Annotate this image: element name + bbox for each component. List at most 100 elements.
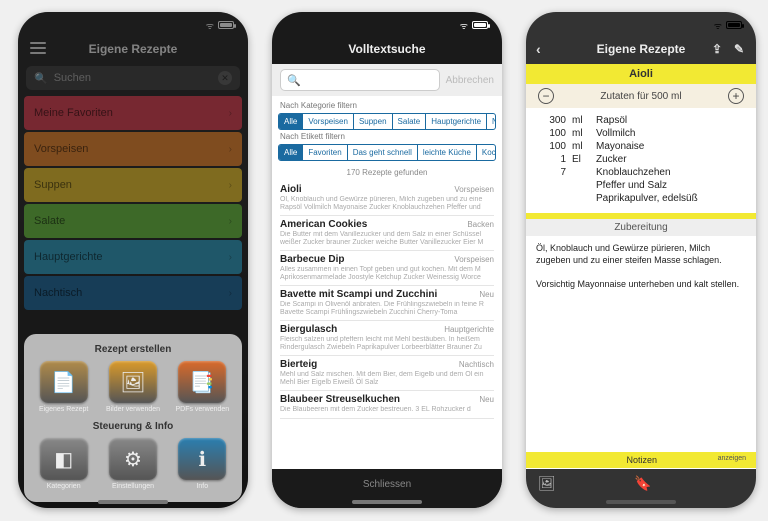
sheet-button[interactable]: 📄Eigenes Rezept (32, 361, 95, 413)
ingredient-row: 300mlRapsöl (538, 114, 744, 127)
result-category: Neu (479, 395, 494, 404)
result-category: Vorspeisen (454, 185, 494, 194)
phone-3: ᯤ ‹ Eigene Rezepte ⇪ ✎ Aioli − Zutaten f… (526, 12, 756, 508)
search-icon: 🔍 (287, 74, 301, 87)
sheet-row-2: ◧Kategorien⚙Einstellungen ℹ Info (30, 436, 236, 494)
ingredient-qty: 7 (538, 167, 566, 178)
result-item[interactable]: American CookiesBackenDie Butter mit dem… (280, 216, 494, 251)
ingredient-qty: 100 (538, 128, 566, 139)
result-title: Biergulasch (280, 324, 337, 335)
notes-bar[interactable]: Notizen anzeigen (526, 452, 756, 468)
result-category: Vorspeisen (454, 255, 494, 264)
prep-header: Zubereitung (526, 219, 756, 236)
result-desc: Mehl und Salz mischen. Mit dem Bier, dem… (280, 371, 494, 386)
notes-action[interactable]: anzeigen (718, 455, 746, 465)
filter-tag-pills: AlleFavoritenDas geht schnellleichte Küc… (278, 144, 496, 161)
sheet-header-2: Steuerung & Info (30, 417, 236, 436)
search-row: 🔍 Abbrechen (272, 64, 502, 96)
result-item[interactable]: Barbecue Dip Vorspeisen Alles zusammen in … (280, 251, 494, 286)
ingredient-qty (538, 180, 566, 191)
filter-category-label: Nach Kategorie filtern (280, 101, 496, 110)
header: ‹ Eigene Rezepte ⇪ ✎ (526, 34, 756, 64)
home-indicator[interactable] (606, 500, 676, 504)
result-desc: Fleisch salzen und pfeffern leicht mit M… (280, 336, 494, 351)
result-desc: Öl, Knoblauch und Gewürze pürieren, Milc… (280, 196, 494, 211)
result-category: Backen (467, 220, 494, 229)
sheet-label: Info (196, 483, 208, 490)
battery-icon (472, 21, 488, 29)
filter-pill[interactable]: Das geht schnell (348, 145, 418, 160)
result-desc: Die Butter mit dem Vanillezucker und dem… (280, 231, 494, 246)
page-title: Eigene Rezepte (597, 42, 686, 56)
phone-2: ᯤ Volltextsuche 🔍 Abbrechen Nach Kategor… (272, 12, 502, 508)
filter-pill[interactable]: Suppen (354, 114, 393, 129)
filter-pill[interactable]: Salate (393, 114, 427, 129)
result-title: Barbecue Dip (280, 254, 344, 265)
ingredient-unit: El (572, 154, 590, 165)
ingredient-unit (572, 193, 590, 204)
sheet-row-1: 📄Eigenes Rezept🖼Bilder verwenden 📑 PDFs ve… (30, 359, 236, 417)
status-bar: ᯤ (272, 12, 502, 34)
edit-icon[interactable]: ✎ (734, 42, 744, 56)
home-indicator[interactable] (352, 500, 422, 504)
sheet-button[interactable]: 📑 PDFs verwenden (171, 361, 234, 413)
ingredient-row: Paprikapulver, edelsüß (538, 192, 744, 205)
result-item[interactable]: Bierteig Nachtisch Mehl und Salz mischen. … (280, 356, 494, 391)
ingredient-row: 1ElZucker (538, 153, 744, 166)
header: Volltextsuche (272, 34, 502, 64)
result-desc: Alles zusammen in einen Topf geben und g… (280, 266, 494, 281)
ingredient-row: 100mlVollmilch (538, 127, 744, 140)
result-item[interactable]: BiergulaschHauptgerichteFleisch salzen u… (280, 321, 494, 356)
bookmark-icon[interactable]: 🔖 (634, 475, 651, 492)
result-list[interactable]: AioliVorspeisenÖl, Knoblauch und Gewürze… (272, 181, 502, 469)
sheet-header-1: Rezept erstellen (30, 340, 236, 359)
filter-pill[interactable]: Nachtisch (487, 114, 496, 129)
sheet-icon: ℹ (178, 438, 226, 480)
filter-pill[interactable]: Alle (279, 114, 303, 129)
filter-pill[interactable]: Alle (279, 145, 303, 160)
share-icon[interactable]: ⇪ (712, 42, 722, 56)
back-button[interactable]: ‹ (536, 41, 541, 57)
result-item[interactable]: Blaubeer Streuselkuchen Neu Die Blaubeeren… (280, 391, 494, 419)
result-category: Nachtisch (459, 360, 494, 369)
result-item[interactable]: AioliVorspeisenÖl, Knoblauch und Gewürze… (280, 181, 494, 216)
result-title: Bavette mit Scampi und Zucchini (280, 289, 437, 300)
filter-pill[interactable]: Kochen für (477, 145, 496, 160)
sheet-button[interactable]: ◧Kategorien (32, 438, 95, 490)
notes-label: Notizen (627, 455, 658, 465)
minus-button[interactable]: − (538, 88, 554, 104)
filter-pill[interactable]: leichte Küche (418, 145, 477, 160)
filter-pill[interactable]: Vorspeisen (303, 114, 354, 129)
result-category: Neu (479, 290, 494, 299)
filter-pill[interactable]: Favoriten (303, 145, 347, 160)
sheet-button[interactable]: ⚙Einstellungen (101, 438, 164, 490)
filter-tag-label: Nach Etikett filtern (280, 132, 496, 141)
plus-button[interactable]: + (728, 88, 744, 104)
sheet-icon: 📑 (178, 361, 226, 403)
result-item[interactable]: Bavette mit Scampi und Zucchini Neu Die Sc… (280, 286, 494, 321)
prep-paragraph: Öl, Knoblauch und Gewürze pürieren, Milc… (536, 242, 746, 266)
close-label: Schliessen (363, 479, 411, 490)
result-title: Blaubeer Streuselkuchen (280, 394, 400, 405)
home-indicator[interactable] (98, 500, 168, 504)
sheet-button[interactable]: ℹ Info (171, 438, 234, 490)
ingredient-unit (572, 167, 590, 178)
cancel-button[interactable]: Abbrechen (446, 75, 494, 86)
result-desc: Die Scampi in Olivenöl anbraten. Die Frü… (280, 301, 494, 316)
search-input[interactable]: 🔍 (280, 69, 440, 91)
result-count: 170 Rezepte gefunden (272, 164, 502, 181)
result-desc: Die Blaubeeren mit dem Zucker bestreuen.… (280, 406, 494, 414)
ingredient-name: Vollmilch (596, 128, 744, 139)
sheet-icon: 🖼 (109, 361, 157, 403)
ingredient-unit: ml (572, 115, 590, 126)
filter-pill[interactable]: Hauptgerichte (426, 114, 487, 129)
servings-row: − Zutaten für 500 ml + (526, 84, 756, 108)
result-title: Bierteig (280, 359, 317, 370)
photo-icon[interactable]: 🖼 (538, 475, 556, 492)
ingredient-list: 300mlRapsöl100mlVollmilch100mlMayonaise1… (526, 108, 756, 213)
sheet-icon: ⚙ (109, 438, 157, 480)
ingredient-unit: ml (572, 141, 590, 152)
ingredient-name: Rapsöl (596, 115, 744, 126)
sheet-label: PDFs verwenden (175, 406, 229, 413)
sheet-button[interactable]: 🖼Bilder verwenden (101, 361, 164, 413)
